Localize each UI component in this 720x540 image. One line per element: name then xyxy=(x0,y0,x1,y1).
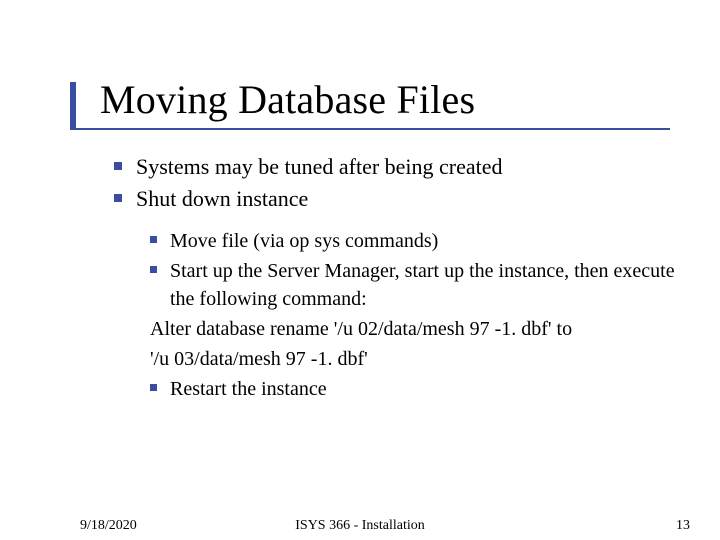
square-bullet-icon xyxy=(114,162,122,170)
footer-page: 13 xyxy=(676,518,690,534)
bullet-level1: Systems may be tuned after being created xyxy=(136,152,680,182)
code-line: Alter database rename '/u 02/data/mesh 9… xyxy=(150,315,680,343)
slide-title: Moving Database Files xyxy=(100,76,475,123)
title-underline xyxy=(70,128,670,130)
slide: Moving Database Files Systems may be tun… xyxy=(0,0,720,540)
sub-bullet-block: Move file (via op sys commands) Start up… xyxy=(170,227,680,403)
bullet-level2: Move file (via op sys commands) xyxy=(170,227,680,255)
bullet-text: Restart the instance xyxy=(170,378,327,400)
square-bullet-icon xyxy=(150,384,157,391)
bullet-text: Move file (via op sys commands) xyxy=(170,230,438,252)
code-line: '/u 03/data/mesh 97 -1. dbf' xyxy=(150,345,680,373)
bullet-level2: Start up the Server Manager, start up th… xyxy=(170,257,680,313)
square-bullet-icon xyxy=(114,194,122,202)
bullet-text: Shut down instance xyxy=(136,186,308,211)
square-bullet-icon xyxy=(150,236,157,243)
bullet-text: Systems may be tuned after being created xyxy=(136,154,503,179)
bullet-level1: Shut down instance xyxy=(136,184,680,214)
bullet-text: Start up the Server Manager, start up th… xyxy=(170,260,675,310)
square-bullet-icon xyxy=(150,266,157,273)
title-accent-bar xyxy=(70,82,76,128)
bullet-level2: Restart the instance xyxy=(170,375,680,403)
footer-center: ISYS 366 - Installation xyxy=(0,518,720,534)
slide-body: Systems may be tuned after being created… xyxy=(100,150,680,405)
